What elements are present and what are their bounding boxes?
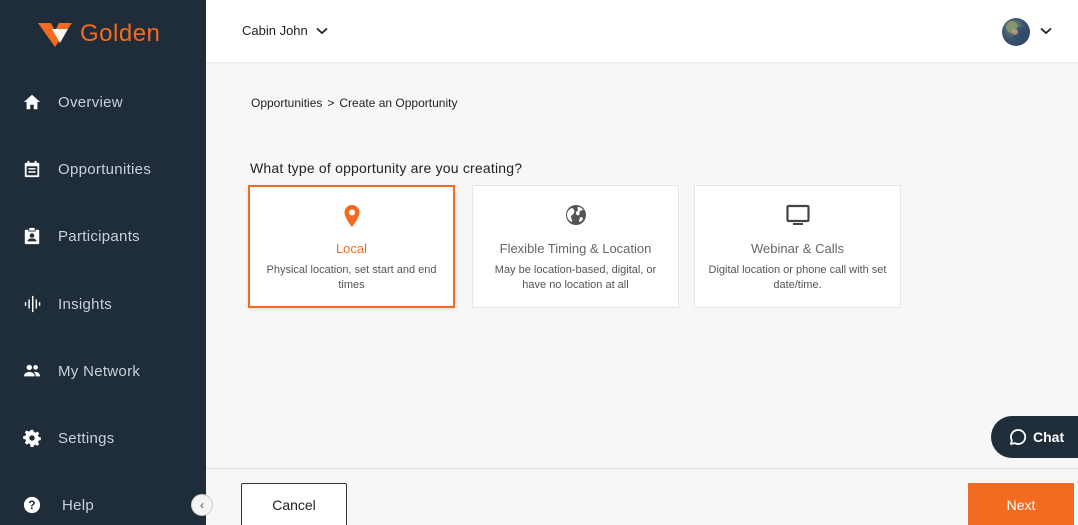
chat-bubble-icon bbox=[1010, 429, 1027, 445]
org-name: Cabin John bbox=[242, 23, 308, 38]
card-description: May be location-based, digital, or have … bbox=[494, 264, 657, 291]
top-bar: Cabin John bbox=[206, 0, 1078, 62]
footer-divider bbox=[206, 468, 1078, 469]
avatar[interactable] bbox=[1002, 18, 1030, 46]
card-description: Digital location or phone call with set … bbox=[708, 264, 887, 291]
sidebar-item-label: Participants bbox=[58, 227, 140, 245]
sidebar-item-label: Opportunities bbox=[58, 160, 152, 178]
opportunity-type-card-flexible[interactable]: Flexible Timing & Location May be locati… bbox=[472, 185, 679, 308]
collapse-sidebar-button[interactable]: ‹ bbox=[191, 494, 213, 516]
sidebar-item-insights[interactable]: Insights bbox=[0, 284, 206, 324]
chat-label: Chat bbox=[1033, 429, 1065, 445]
page-question: What type of opportunity are you creatin… bbox=[250, 160, 523, 176]
sidebar-item-my-network[interactable]: My Network bbox=[0, 351, 206, 391]
brand-name: Golden bbox=[80, 20, 161, 47]
org-selector[interactable]: Cabin John bbox=[242, 23, 328, 38]
sidebar-item-opportunities[interactable]: Opportunities bbox=[0, 149, 206, 189]
sidebar: Golden Overview Opportunities Participan… bbox=[0, 0, 213, 525]
chevron-down-icon bbox=[316, 27, 328, 34]
golden-logo-icon bbox=[38, 23, 72, 47]
monitor-icon bbox=[695, 202, 900, 228]
sidebar-item-label: Overview bbox=[58, 93, 123, 111]
opportunity-type-card-webinar[interactable]: Webinar & Calls Digital location or phon… bbox=[694, 185, 901, 308]
card-description: Physical location, set start and end tim… bbox=[266, 264, 437, 291]
sidebar-item-label: Help bbox=[62, 496, 95, 514]
globe-icon bbox=[473, 202, 678, 228]
chat-button[interactable]: Chat bbox=[991, 416, 1078, 458]
sidebar-item-help[interactable]: ? Help bbox=[0, 485, 206, 525]
people-icon bbox=[22, 361, 42, 381]
sidebar-item-label: Settings bbox=[58, 429, 115, 447]
opportunity-type-card-local[interactable]: Local Physical location, set start and e… bbox=[248, 185, 455, 308]
avatar-photo-icon bbox=[1006, 21, 1027, 41]
golden-logo[interactable]: Golden bbox=[38, 18, 160, 50]
sidebar-item-overview[interactable]: Overview bbox=[0, 82, 206, 122]
id-badge-icon bbox=[22, 226, 42, 246]
breadcrumb: Opportunities > Create an Opportunity bbox=[251, 96, 457, 110]
card-title: Local bbox=[335, 241, 368, 256]
breadcrumb-current: Create an Opportunity bbox=[339, 96, 458, 110]
breadcrumb-separator: > bbox=[327, 96, 335, 110]
calendar-icon bbox=[22, 159, 42, 179]
sidebar-item-settings[interactable]: Settings bbox=[0, 418, 206, 458]
sidebar-item-participants[interactable]: Participants bbox=[0, 216, 206, 256]
svg-text:?: ? bbox=[28, 499, 35, 512]
chevron-down-icon[interactable] bbox=[1040, 27, 1052, 35]
cancel-button[interactable]: Cancel bbox=[241, 483, 347, 525]
location-pin-icon bbox=[250, 203, 453, 229]
breadcrumb-opportunities-link[interactable]: Opportunities bbox=[251, 96, 322, 110]
soundwave-icon bbox=[22, 294, 42, 314]
home-icon bbox=[22, 92, 42, 112]
gear-icon bbox=[22, 428, 42, 448]
help-icon: ? bbox=[22, 495, 42, 515]
sidebar-item-label: My Network bbox=[58, 362, 141, 380]
sidebar-item-label: Insights bbox=[58, 295, 113, 313]
card-title: Flexible Timing & Location bbox=[499, 241, 652, 256]
card-title: Webinar & Calls bbox=[751, 241, 844, 256]
next-button[interactable]: Next bbox=[968, 483, 1074, 525]
